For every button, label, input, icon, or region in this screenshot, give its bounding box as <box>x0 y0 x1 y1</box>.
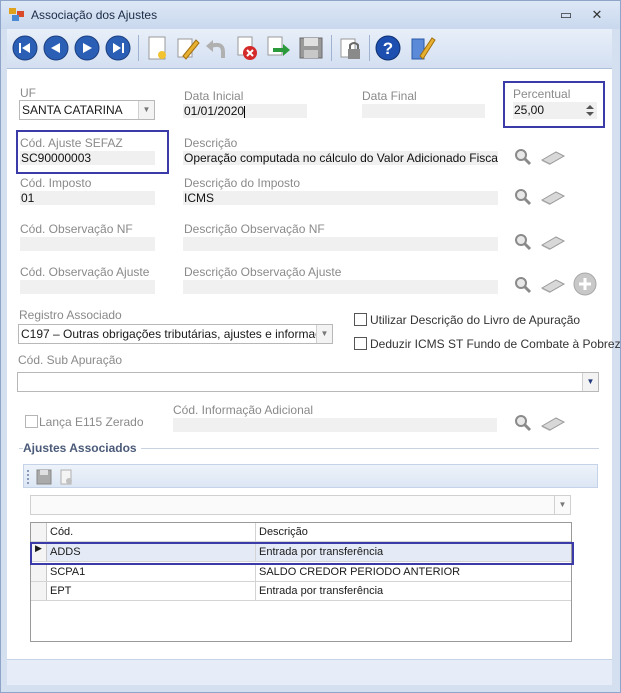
descricao-label: Descrição <box>184 136 238 150</box>
registro-select[interactable]: C197 – Outras obrigações tributárias, aj… <box>18 324 333 344</box>
cell-descricao[interactable]: Entrada por transferência <box>256 582 571 600</box>
minimize-button[interactable]: ▭ <box>558 7 574 23</box>
edit-icon[interactable] <box>173 34 201 62</box>
desc-imposto-field[interactable]: ICMS <box>183 191 498 205</box>
save-icon[interactable] <box>297 34 325 62</box>
cod-sub-select[interactable]: ▼ <box>17 372 599 392</box>
desc-obs-nf-field[interactable] <box>183 237 498 251</box>
delete-icon[interactable] <box>233 34 261 62</box>
utilizar-descricao-label: Utilizar Descrição do Livro de Apuração <box>370 313 581 327</box>
ajustes-group-title: Ajustes Associados <box>23 441 141 455</box>
uf-value: SANTA CATARINA <box>22 103 123 117</box>
data-final-label: Data Final <box>362 89 417 103</box>
lanca-e115-label: Lança E115 Zerado <box>39 415 144 429</box>
ajustes-grid: Cód. Descrição ▶ ADDS Entrada por transf… <box>30 522 572 642</box>
eraser-icon[interactable] <box>540 235 566 251</box>
cell-cod[interactable]: SCPA1 <box>47 563 256 581</box>
lock-icon[interactable] <box>336 34 364 62</box>
search-icon[interactable] <box>514 233 532 251</box>
uf-select[interactable]: SANTA CATARINA ▼ <box>19 100 155 120</box>
cod-obs-ajuste-field[interactable] <box>20 280 155 294</box>
cod-sub-label: Cód. Sub Apuração <box>18 353 123 367</box>
previous-record-icon[interactable] <box>42 34 70 62</box>
export-icon[interactable] <box>263 34 291 62</box>
cod-info-field[interactable] <box>173 418 497 432</box>
row-header <box>31 582 47 600</box>
cod-imposto-field[interactable]: 01 <box>20 191 155 205</box>
toolbar: ? <box>7 29 612 69</box>
document-icon[interactable] <box>58 469 74 485</box>
row-header <box>31 523 47 541</box>
table-row[interactable]: SCPA1 SALDO CREDOR PERIODO ANTERIOR <box>31 563 571 582</box>
search-icon[interactable] <box>514 414 532 432</box>
chevron-down-icon[interactable]: ▼ <box>582 373 598 391</box>
svg-text:?: ? <box>383 39 393 58</box>
search-icon[interactable] <box>514 148 532 166</box>
first-record-icon[interactable] <box>11 34 39 62</box>
search-icon[interactable] <box>514 188 532 206</box>
eraser-icon[interactable] <box>540 278 566 294</box>
cod-obs-ajuste-label: Cód. Observação Ajuste <box>20 265 150 279</box>
utilizar-descricao-checkbox[interactable] <box>354 313 367 326</box>
column-header-descricao[interactable]: Descrição <box>256 523 571 541</box>
cod-obs-nf-field[interactable] <box>20 237 155 251</box>
grid-toolbar <box>23 464 598 488</box>
toolbar-separator <box>331 35 332 61</box>
data-inicial-label: Data Inicial <box>184 89 244 103</box>
deduzir-icms-checkbox[interactable] <box>354 337 367 350</box>
data-inicial-field[interactable]: 01/01/2020 <box>183 104 307 118</box>
uf-label: UF <box>20 86 36 100</box>
app-icon <box>9 8 24 21</box>
spinner-icon[interactable] <box>585 103 595 118</box>
data-final-field[interactable] <box>362 104 485 118</box>
cod-info-label: Cód. Informação Adicional <box>173 403 314 417</box>
search-icon[interactable] <box>514 276 532 294</box>
percentual-label: Percentual <box>513 87 571 101</box>
title-bar: Associação dos Ajustes ▭ ✕ <box>1 1 620 29</box>
column-header-cod[interactable]: Cód. <box>47 523 256 541</box>
cod-ajuste-label: Cód. Ajuste SEFAZ <box>20 136 123 150</box>
tools-icon[interactable] <box>408 34 436 62</box>
next-record-icon[interactable] <box>73 34 101 62</box>
desc-obs-nf-label: Descrição Observação NF <box>184 222 325 236</box>
table-row[interactable]: EPT Entrada por transferência <box>31 582 571 601</box>
chevron-down-icon[interactable]: ▼ <box>316 325 332 343</box>
close-button[interactable]: ✕ <box>589 7 605 23</box>
eraser-icon[interactable] <box>540 190 566 206</box>
add-icon[interactable] <box>573 272 597 296</box>
eraser-icon[interactable] <box>540 416 566 432</box>
cod-ajuste-field[interactable]: SC90000003 <box>20 151 155 165</box>
desc-obs-ajuste-label: Descrição Observação Ajuste <box>184 265 342 279</box>
selected-row-highlight <box>30 542 574 565</box>
help-icon[interactable]: ? <box>374 34 402 62</box>
cell-descricao[interactable]: SALDO CREDOR PERIODO ANTERIOR <box>256 563 571 581</box>
toolbar-separator <box>369 35 370 61</box>
main-window: Associação dos Ajustes ▭ ✕ ? UF SANTA CA… <box>0 0 621 693</box>
ajustes-select[interactable]: ▼ <box>30 495 571 515</box>
toolbar-separator <box>138 35 139 61</box>
cod-imposto-label: Cód. Imposto <box>20 176 92 190</box>
window-title: Associação dos Ajustes <box>31 8 158 22</box>
undo-icon[interactable] <box>203 34 231 62</box>
cod-obs-nf-label: Cód. Observação NF <box>20 222 133 236</box>
deduzir-icms-label: Deduzir ICMS ST Fundo de Combate à Pobre… <box>370 337 621 351</box>
registro-value: C197 – Outras obrigações tributárias, aj… <box>21 327 333 341</box>
registro-label: Registro Associado <box>19 308 122 322</box>
cell-cod[interactable]: EPT <box>47 582 256 600</box>
chevron-down-icon[interactable]: ▼ <box>138 101 154 119</box>
desc-imposto-label: Descrição do Imposto <box>184 176 301 190</box>
desc-obs-ajuste-field[interactable] <box>183 280 498 294</box>
eraser-icon[interactable] <box>540 150 566 166</box>
lanca-e115-checkbox[interactable] <box>25 415 38 428</box>
grid-header: Cód. Descrição <box>31 523 571 542</box>
descricao-field[interactable]: Operação computada no cálculo do Valor A… <box>183 151 498 165</box>
grip-icon <box>27 470 29 484</box>
chevron-down-icon[interactable]: ▼ <box>554 496 570 514</box>
last-record-icon[interactable] <box>104 34 132 62</box>
save-icon[interactable] <box>36 469 52 485</box>
status-bar <box>7 659 612 685</box>
new-icon[interactable] <box>143 34 171 62</box>
row-header <box>31 563 47 581</box>
